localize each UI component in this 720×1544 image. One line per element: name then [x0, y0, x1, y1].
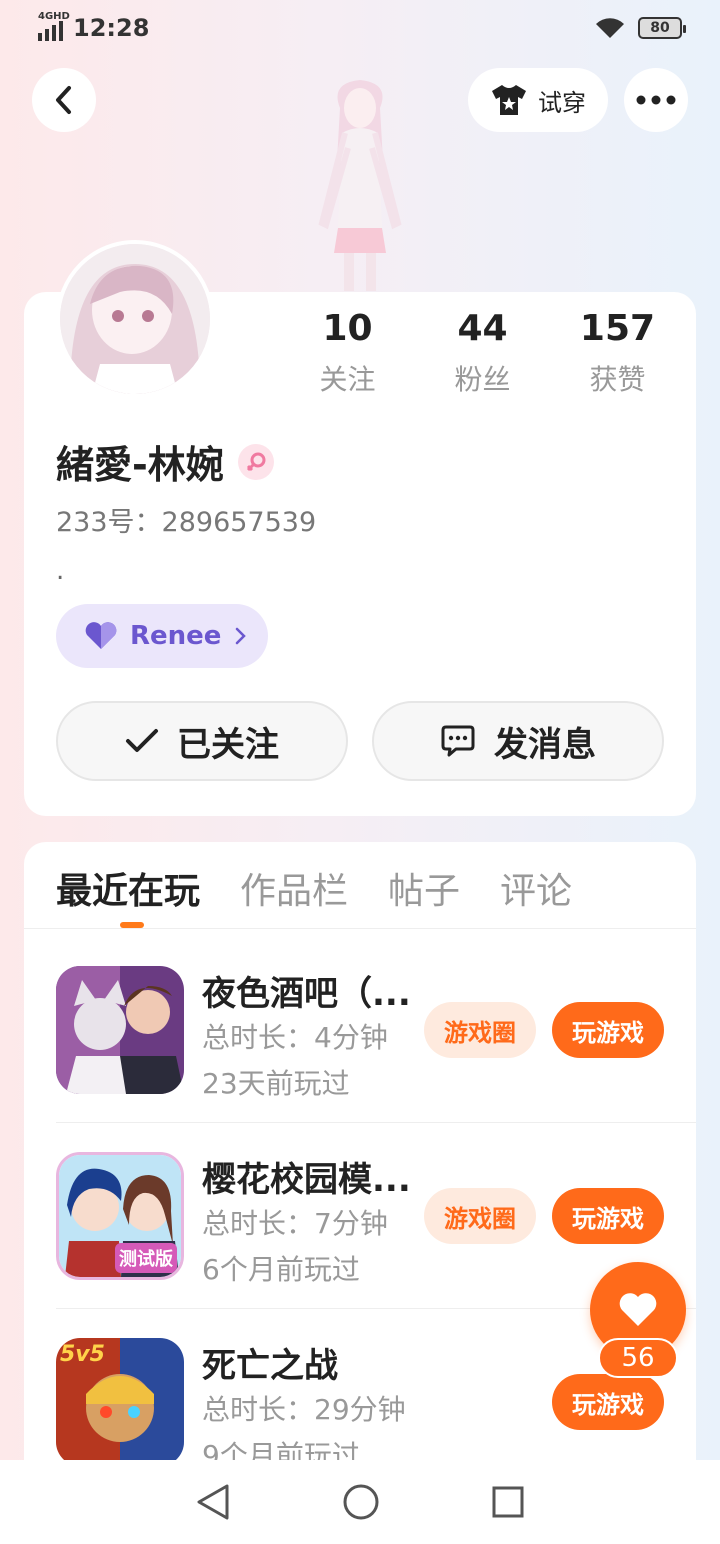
game-name: 夜色酒吧（... [202, 974, 411, 1014]
game-duration: 总时长：7分钟 [202, 1207, 388, 1240]
wifi-icon [596, 18, 624, 38]
signal-icon: 4GHD [38, 11, 70, 41]
home-circle-icon[interactable] [342, 1483, 380, 1521]
game-icon-death-battle[interactable]: 5v5 [56, 1338, 184, 1466]
try-on-button[interactable]: 试穿 [468, 68, 608, 132]
more-button[interactable] [624, 68, 688, 132]
check-icon [126, 729, 158, 752]
battery-icon: 80 [638, 17, 686, 39]
chevron-left-icon [56, 86, 71, 114]
game-circle-button[interactable]: 游戏圈 [424, 1188, 536, 1244]
back-button[interactable] [32, 68, 96, 132]
tab-bar: 最近在玩 作品栏 帖子 评论 [56, 862, 572, 914]
5v5-badge: 5v5 [60, 1342, 105, 1367]
play-game-button[interactable]: 玩游戏 [552, 1002, 664, 1058]
tab-works[interactable]: 作品栏 [240, 862, 348, 914]
try-on-label: 试穿 [538, 88, 586, 117]
username: 緒愛-林婉 [56, 434, 274, 489]
game-last-played: 6个月前玩过 [202, 1253, 360, 1286]
heart-icon [85, 622, 117, 649]
stat-followers[interactable]: 44 粉丝 [415, 308, 550, 398]
game-duration: 总时长：4分钟 [202, 1021, 388, 1054]
more-dots-icon [636, 95, 676, 105]
character-figure [318, 80, 402, 291]
game-row[interactable]: 5v5 死亡之战 总时长：29分钟 9个月前玩过 玩游戏 [56, 1338, 666, 1472]
game-duration: 总时长：29分钟 [202, 1393, 406, 1426]
game-icon-night-bar[interactable] [56, 966, 184, 1094]
shirt-icon [492, 85, 526, 115]
game-row[interactable]: 夜色酒吧（... 总时长：4分钟 23天前玩过 游戏圈 玩游戏 [56, 966, 666, 1100]
back-triangle-icon[interactable] [195, 1482, 231, 1522]
tab-posts[interactable]: 帖子 [388, 862, 460, 914]
game-row[interactable]: 测试版 樱花校园模... 总时长：7分钟 6个月前玩过 游戏圈 玩游戏 [56, 1152, 666, 1286]
relation-tag-label: Renee [130, 621, 222, 651]
like-count: 56 [598, 1338, 678, 1378]
username-text: 緒愛-林婉 [56, 443, 224, 487]
stat-following[interactable]: 10 关注 [280, 308, 415, 398]
bio: . [56, 556, 65, 586]
status-bar: 4GHD 12:28 80 [0, 0, 720, 56]
user-id: 233号：289657539 [56, 507, 317, 538]
system-nav-bar [0, 1460, 720, 1544]
play-game-button[interactable]: 玩游戏 [552, 1374, 664, 1430]
chat-icon [441, 725, 475, 757]
avatar[interactable] [56, 240, 214, 398]
followed-label: 已关注 [177, 724, 279, 765]
tab-recent-played[interactable]: 最近在玩 [56, 862, 200, 914]
female-icon [237, 443, 274, 480]
game-circle-button[interactable]: 游戏圈 [424, 1002, 536, 1058]
divider [56, 1122, 696, 1123]
play-game-button[interactable]: 玩游戏 [552, 1188, 664, 1244]
status-time: 12:28 [73, 14, 150, 42]
game-name: 樱花校园模... [202, 1160, 411, 1200]
chevron-right-icon [236, 627, 247, 645]
stat-likes[interactable]: 157 获赞 [550, 308, 685, 398]
followed-button[interactable]: 已关注 [56, 701, 348, 781]
recents-square-icon[interactable] [491, 1485, 525, 1519]
message-button[interactable]: 发消息 [372, 701, 664, 781]
relation-tag[interactable]: Renee [56, 604, 268, 668]
message-label: 发消息 [494, 724, 596, 765]
tab-comments[interactable]: 评论 [500, 862, 572, 914]
profile-stats: 10 关注 44 粉丝 157 获赞 [280, 308, 700, 398]
game-last-played: 23天前玩过 [202, 1067, 350, 1100]
test-version-badge: 测试版 [115, 1243, 177, 1273]
divider [24, 928, 696, 929]
heart-icon [619, 1293, 657, 1326]
game-name: 死亡之战 [202, 1346, 338, 1386]
game-icon-sakura-school[interactable]: 测试版 [56, 1152, 184, 1280]
